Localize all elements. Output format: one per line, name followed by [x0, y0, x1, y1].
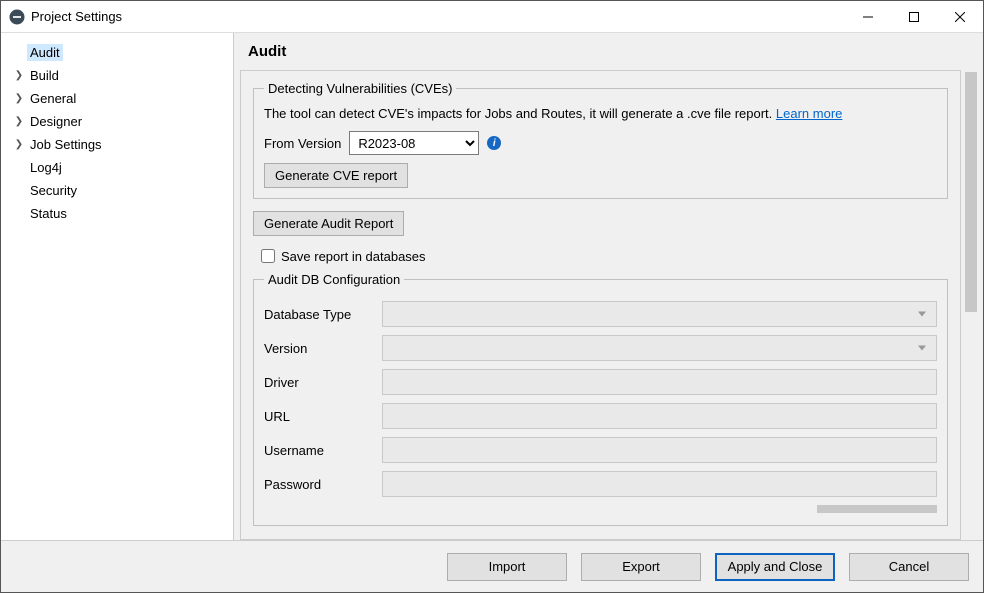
sidebar-item-label: Job Settings	[27, 136, 105, 153]
db-config-group: Audit DB Configuration Database Type Ver…	[253, 272, 948, 526]
cve-legend: Detecting Vulnerabilities (CVEs)	[264, 81, 456, 96]
sidebar-item-label: Audit	[27, 44, 63, 61]
sidebar-item-label: Designer	[27, 113, 85, 130]
save-report-label: Save report in databases	[281, 249, 426, 264]
cve-description-text: The tool can detect CVE's impacts for Jo…	[264, 106, 776, 121]
page-title: Audit	[234, 33, 983, 70]
hscroll-thumb[interactable]	[817, 505, 937, 513]
sidebar-item-designer[interactable]: ❯ Designer	[1, 110, 233, 133]
sidebar-item-label: Build	[27, 67, 62, 84]
sidebar-item-label: General	[27, 90, 79, 107]
sidebar-item-label: Security	[27, 182, 80, 199]
chevron-right-icon[interactable]: ❯	[13, 139, 25, 150]
sidebar: Audit ❯ Build ❯ General ❯ Designer ❯ Job…	[1, 33, 233, 540]
maximize-button[interactable]	[891, 1, 937, 32]
db-config-legend: Audit DB Configuration	[264, 272, 404, 287]
url-field[interactable]	[382, 403, 937, 429]
username-label: Username	[264, 443, 374, 458]
export-button[interactable]: Export	[581, 553, 701, 581]
password-label: Password	[264, 477, 374, 492]
main-split: Audit ❯ Build ❯ General ❯ Designer ❯ Job…	[1, 33, 983, 540]
sidebar-item-job-settings[interactable]: ❯ Job Settings	[1, 133, 233, 156]
apply-close-button[interactable]: Apply and Close	[715, 553, 835, 581]
cve-group: Detecting Vulnerabilities (CVEs) The too…	[253, 81, 948, 199]
learn-more-link[interactable]: Learn more	[776, 106, 842, 121]
driver-field[interactable]	[382, 369, 937, 395]
project-settings-window: Project Settings Audit ❯ Build	[0, 0, 984, 593]
sidebar-item-label: Log4j	[27, 159, 65, 176]
username-field[interactable]	[382, 437, 937, 463]
close-button[interactable]	[937, 1, 983, 32]
chevron-right-icon[interactable]: ❯	[13, 116, 25, 127]
cancel-button[interactable]: Cancel	[849, 553, 969, 581]
database-type-select[interactable]	[382, 301, 937, 327]
from-version-row: From Version R2023-08 i	[264, 131, 937, 155]
titlebar: Project Settings	[1, 1, 983, 33]
bottom-bar: Import Export Apply and Close Cancel	[1, 540, 983, 592]
window-title: Project Settings	[31, 9, 122, 24]
vscroll-thumb[interactable]	[965, 72, 977, 312]
import-button[interactable]: Import	[447, 553, 567, 581]
from-version-label: From Version	[264, 136, 341, 151]
version-label: Version	[264, 341, 374, 356]
password-field[interactable]	[382, 471, 937, 497]
version-select[interactable]	[382, 335, 937, 361]
sidebar-item-status[interactable]: Status	[1, 202, 233, 225]
content-wrap: Audit Detecting Vulnerabilities (CVEs) T…	[233, 33, 983, 540]
sidebar-item-general[interactable]: ❯ General	[1, 87, 233, 110]
sidebar-item-audit[interactable]: Audit	[1, 41, 233, 64]
vertical-scrollbar[interactable]	[963, 70, 979, 540]
chevron-right-icon[interactable]: ❯	[13, 93, 25, 104]
generate-audit-button[interactable]: Generate Audit Report	[253, 211, 404, 236]
app-icon	[9, 9, 25, 25]
cve-description: The tool can detect CVE's impacts for Jo…	[264, 106, 937, 121]
info-icon[interactable]: i	[487, 136, 501, 150]
db-hscroll	[264, 503, 937, 515]
save-report-row: Save report in databases	[257, 246, 948, 266]
sidebar-item-label: Status	[27, 205, 70, 222]
content-area: Detecting Vulnerabilities (CVEs) The too…	[240, 70, 961, 540]
db-form-grid: Database Type Version Driver URL Usernam…	[264, 301, 937, 497]
sidebar-item-security[interactable]: Security	[1, 179, 233, 202]
driver-label: Driver	[264, 375, 374, 390]
scroll-host: Detecting Vulnerabilities (CVEs) The too…	[236, 70, 981, 540]
save-report-checkbox[interactable]	[261, 249, 275, 263]
sidebar-item-log4j[interactable]: Log4j	[1, 156, 233, 179]
database-type-label: Database Type	[264, 307, 374, 322]
chevron-right-icon[interactable]: ❯	[13, 70, 25, 81]
minimize-button[interactable]	[845, 1, 891, 32]
sidebar-item-build[interactable]: ❯ Build	[1, 64, 233, 87]
url-label: URL	[264, 409, 374, 424]
generate-cve-button[interactable]: Generate CVE report	[264, 163, 408, 188]
from-version-select[interactable]: R2023-08	[349, 131, 479, 155]
